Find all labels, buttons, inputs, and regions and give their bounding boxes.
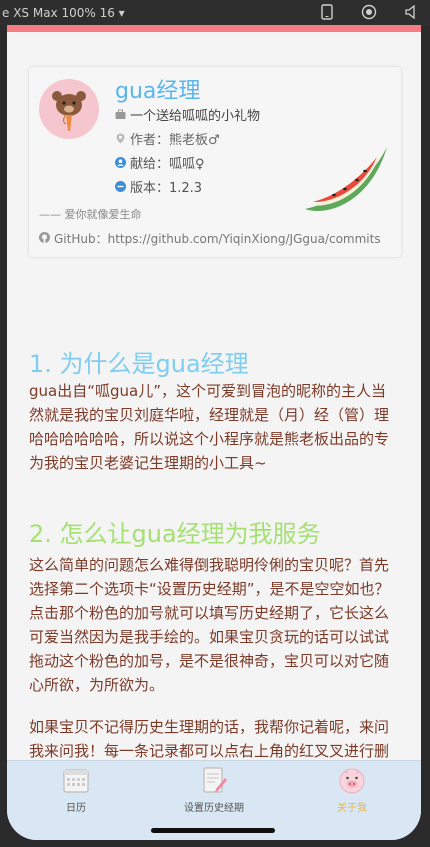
briefcase-icon: [115, 109, 126, 120]
record-icon[interactable]: [360, 3, 378, 21]
tab-label: 关于我: [337, 803, 367, 814]
location-pin-icon: [115, 133, 126, 144]
section-heading-1: 1. 为什么是gua经理: [29, 350, 249, 378]
author-row: 作者：熊老板♂: [115, 129, 220, 148]
pig-face-icon: [337, 765, 367, 795]
motto: —— 爱你就像爱生命: [39, 208, 142, 221]
slogan-text: 一个送给呱呱的小礼物: [130, 109, 261, 124]
calendar-icon: [61, 765, 91, 795]
tab-calendar[interactable]: 日历: [7, 765, 145, 814]
edit-notes-icon: [199, 765, 229, 795]
gift-row: 献给：呱呱♀: [115, 153, 205, 172]
sound-icon[interactable]: [402, 3, 420, 21]
tab-set-history[interactable]: 设置历史经期: [145, 765, 283, 814]
about-page[interactable]: gua经理 一个送给呱呱的小礼物 作者：熊老板♂ 献给：呱呱♀ 版本：1.2.3…: [7, 32, 421, 760]
top-accent-stripe: [7, 25, 421, 32]
slogan-row: 一个送给呱呱的小礼物: [115, 105, 260, 124]
phone-screen: gua经理 一个送给呱呱的小礼物 作者：熊老板♂ 献给：呱呱♀ 版本：1.2.3…: [7, 25, 421, 840]
gift-text: 献给：呱呱♀: [130, 157, 205, 172]
minus-circle-icon: [115, 181, 126, 192]
github-icon: [39, 231, 50, 246]
phone-icon[interactable]: [318, 3, 336, 21]
home-indicator: [151, 828, 275, 833]
watermelon-illustration: [301, 139, 393, 221]
version-text: 版本：1.2.3: [130, 181, 203, 196]
github-link-row[interactable]: GitHub：https://github.com/YiqinXiong/JGg…: [39, 230, 381, 247]
profile-card: gua经理 一个送给呱呱的小礼物 作者：熊老板♂ 献给：呱呱♀ 版本：1.2.3…: [29, 67, 401, 257]
app-name: gua经理: [115, 79, 201, 104]
device-selector[interactable]: e XS Max 100% 16 ▾: [0, 6, 125, 20]
author-text: 作者：熊老板♂: [130, 133, 220, 148]
tab-label: 日历: [66, 803, 86, 814]
section-heading-2: 2. 怎么让gua经理为我服务: [29, 520, 321, 548]
tab-label: 设置历史经期: [184, 803, 244, 814]
devtools-toolbar: e XS Max 100% 16 ▾: [0, 0, 430, 25]
section-paragraph-2: 这么简单的问题怎么难得倒我聪明伶俐的宝贝呢？首先选择第二个选项卡“设置历史经期”…: [29, 556, 390, 694]
section-paragraph-1: gua出自“呱gua儿”，这个可爱到冒泡的昵称的主人当然就是我的宝贝刘庭华啦，经…: [29, 382, 390, 472]
github-link[interactable]: GitHub：https://github.com/YiqinXiong/JGg…: [54, 230, 381, 247]
avatar: [39, 79, 99, 139]
section-paragraph-3: 如果宝贝不记得历史生理期的话，我帮你记着呢，来问我来问我！每一条记录都可以点右上…: [29, 718, 390, 760]
version-row: 版本：1.2.3: [115, 177, 202, 196]
tab-about-me[interactable]: 关于我: [283, 765, 421, 814]
user-icon: [115, 157, 126, 168]
